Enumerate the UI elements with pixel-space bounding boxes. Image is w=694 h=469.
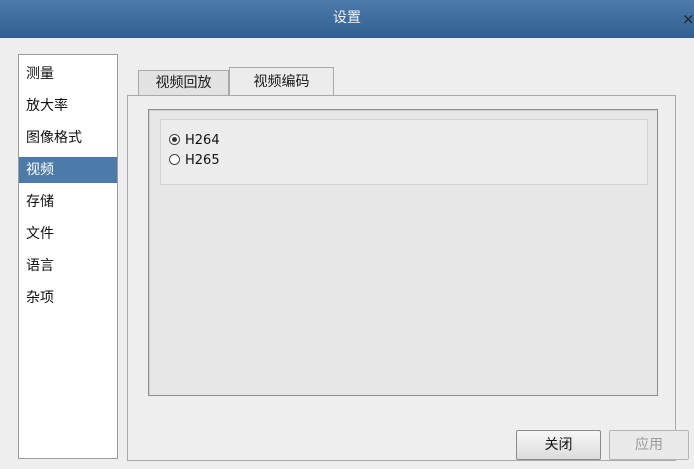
window-title: 设置 [333,10,361,26]
radio-h264[interactable]: H264 [169,132,220,150]
settings-category-list: 测量 放大率 图像格式 视频 存储 文件 语言 杂项 [18,54,118,459]
close-button[interactable]: 关闭 [516,430,601,460]
radio-h265[interactable]: H265 [169,152,220,170]
sidebar-item-magnification[interactable]: 放大率 [19,93,117,119]
sidebar-item-file[interactable]: 文件 [19,221,117,247]
tab-video-encoding[interactable]: 视频编码 [229,67,334,95]
radio-h265-label: H265 [185,153,220,168]
tab-panel-video-encoding: H264 H265 [127,95,676,461]
title-bar: 设置 × [0,0,694,38]
radio-unchecked-icon [169,154,180,165]
sidebar-item-measure[interactable]: 测量 [19,61,117,87]
sidebar-item-storage[interactable]: 存储 [19,189,117,215]
apply-button[interactable]: 应用 [609,430,689,460]
sidebar-item-video[interactable]: 视频 [19,157,117,183]
sidebar-item-misc[interactable]: 杂项 [19,285,117,311]
encoding-panel: H264 H265 [148,109,658,396]
radio-checked-icon [169,134,180,145]
codec-radio-group: H264 H265 [160,119,648,185]
tab-video-playback[interactable]: 视频回放 [138,70,229,96]
radio-h264-label: H264 [185,133,220,148]
sidebar-item-language[interactable]: 语言 [19,253,117,279]
close-icon[interactable]: × [682,10,694,28]
dialog-body: 测量 放大率 图像格式 视频 存储 文件 语言 杂项 视频回放 视频编码 H26… [0,38,694,469]
sidebar-item-image-format[interactable]: 图像格式 [19,125,117,151]
